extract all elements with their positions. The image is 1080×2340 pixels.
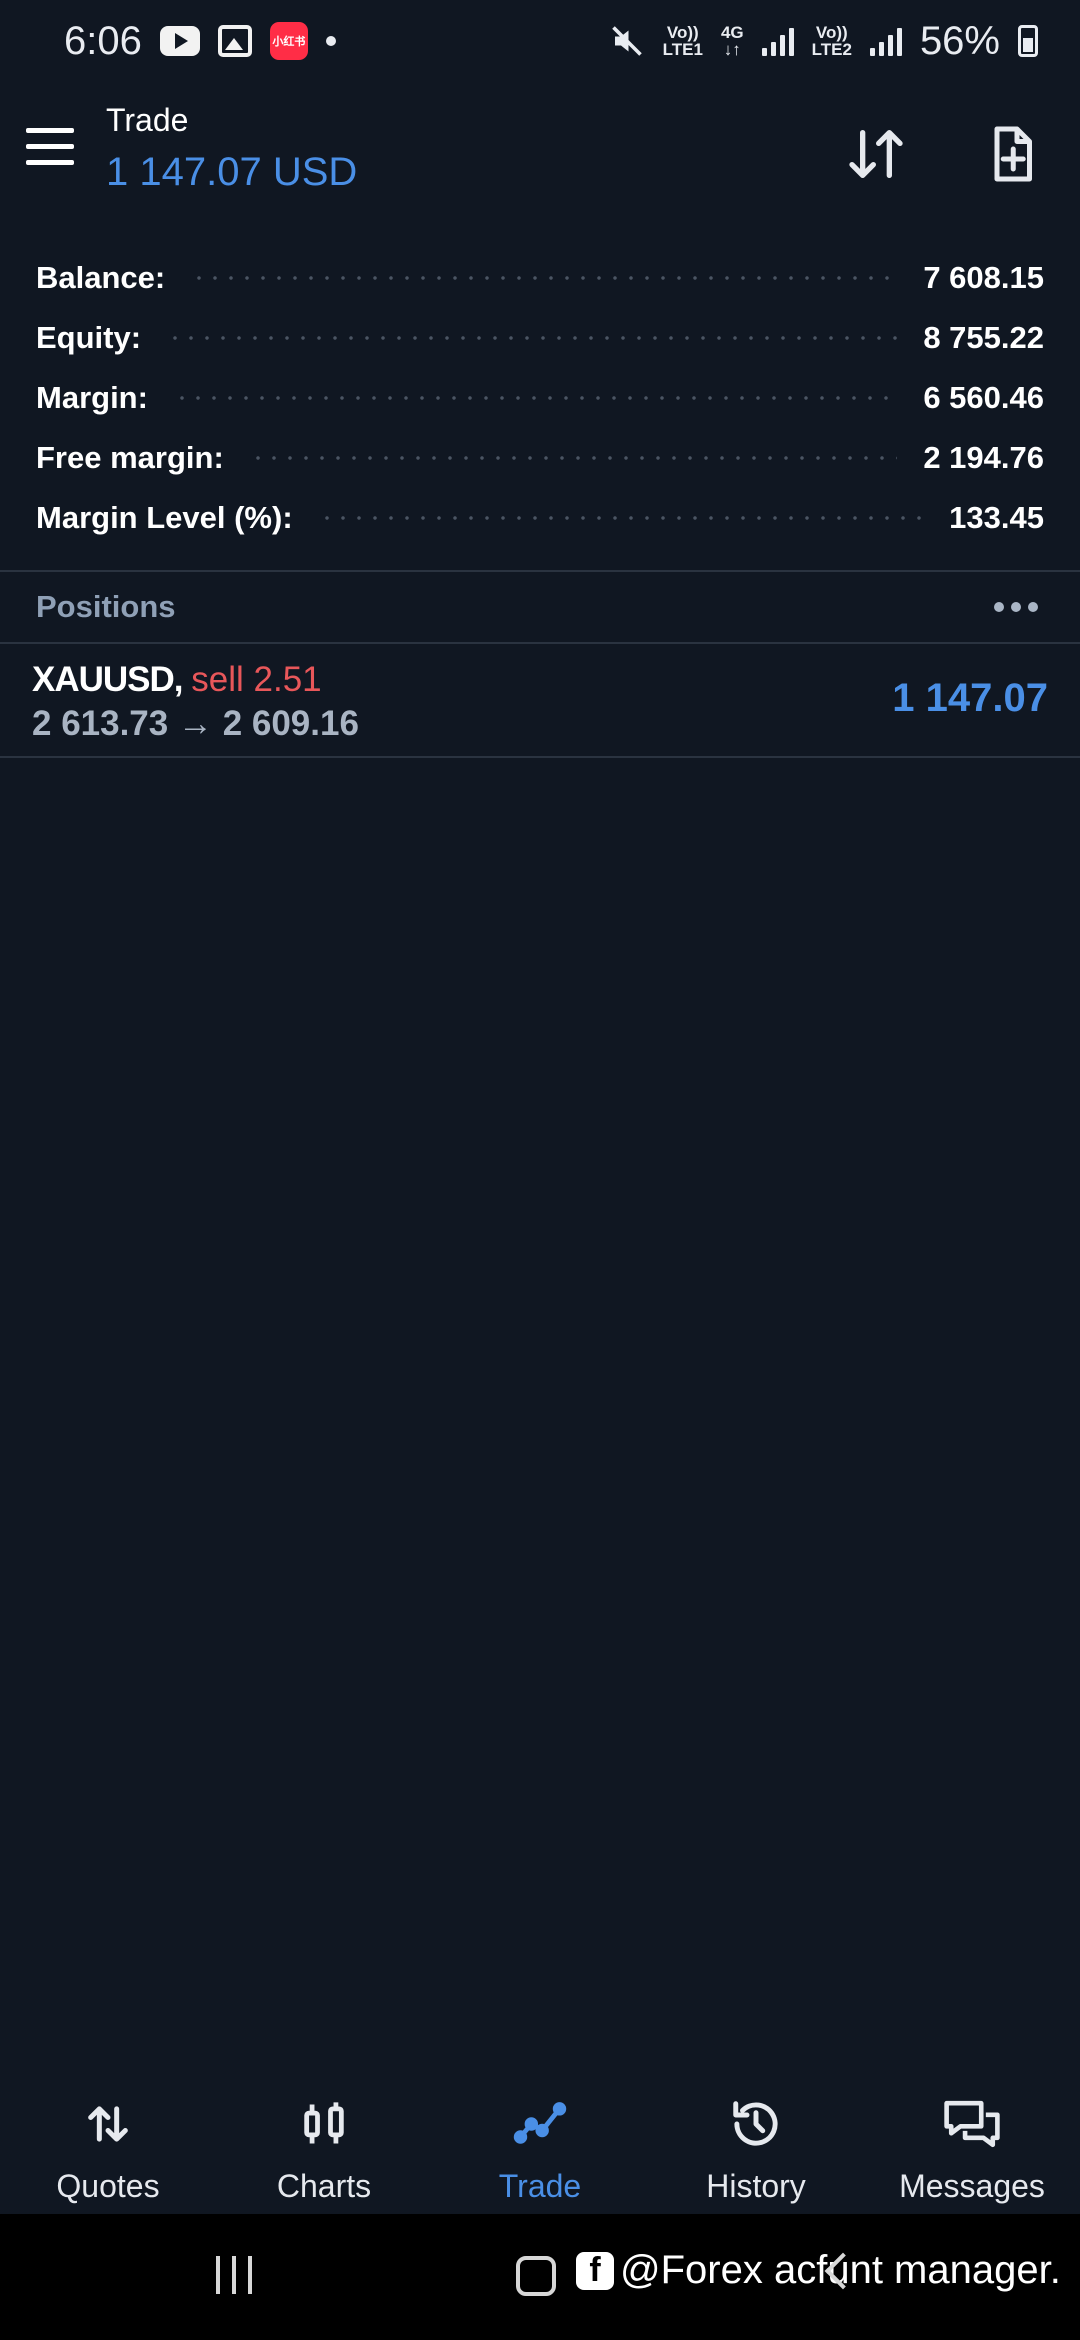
margin-level-label: Margin Level (%): [36, 500, 293, 535]
section-divider [0, 642, 1080, 644]
summary-row-equity: Equity: 8 755.22 [36, 308, 1044, 368]
status-time: 6:06 [64, 18, 142, 63]
free-margin-label: Free margin: [36, 440, 224, 475]
app-icon: 小红书 [269, 22, 308, 60]
home-button[interactable] [516, 2256, 556, 2296]
summary-row-margin-level: Margin Level (%): 133.45 [36, 488, 1044, 548]
recents-button[interactable] [216, 2256, 252, 2294]
hamburger-icon [26, 128, 74, 133]
status-right: Vo)) LTE1 4G ↓↑ Vo)) LTE2 56% [609, 19, 1038, 64]
nav-history[interactable]: History [648, 2070, 864, 2212]
sim2-network: Vo)) LTE2 [811, 23, 852, 59]
positions-more-button[interactable] [988, 592, 1044, 622]
arrows-updown-icon [78, 2094, 138, 2154]
signal-icon [869, 26, 902, 56]
position-side: sell 2.51 [191, 660, 322, 699]
equity-value: 8 755.22 [923, 320, 1044, 355]
dotted-leader [173, 396, 898, 400]
watermark: f @Forex acfunt manager. [576, 2248, 1061, 2293]
trend-line-icon [510, 2094, 570, 2154]
margin-value: 6 560.46 [923, 380, 1044, 415]
nav-charts-label: Charts [276, 2168, 372, 2204]
position-prices: 2 613.73 → 2 609.16 [32, 704, 359, 743]
youtube-icon [159, 26, 200, 56]
status-bar: 6:06 小红书 Vo)) LTE1 4G ↓↑ Vo)) LTE2 56% [0, 0, 1080, 82]
new-document-icon [994, 126, 1032, 182]
balance-value: 7 608.15 [923, 260, 1044, 295]
app-header: Trade 1 147.07 USD [0, 90, 1080, 210]
nav-quotes[interactable]: Quotes [0, 2070, 216, 2212]
new-order-button[interactable] [976, 118, 1048, 190]
nav-messages[interactable]: Messages [864, 2070, 1080, 2212]
system-nav-bar: f @Forex acfunt manager. [0, 2214, 1080, 2340]
notification-dot-icon [325, 36, 336, 46]
page-title: Trade [106, 102, 189, 138]
history-icon [726, 2094, 786, 2154]
bottom-nav: Quotes Charts Trade History Messages [0, 2070, 1080, 2212]
positions-title: Positions [36, 589, 176, 624]
equity-label: Equity: [36, 320, 142, 355]
summary-row-margin: Margin: 6 560.46 [36, 368, 1044, 428]
more-dots-icon [994, 602, 1004, 612]
dotted-leader [167, 336, 898, 340]
free-margin-value: 2 194.76 [923, 440, 1044, 475]
battery-icon [1018, 25, 1038, 57]
menu-button[interactable] [26, 128, 76, 170]
position-profit: 1 147.07 [892, 676, 1048, 720]
position-symbol-line: XAUUSD, sell 2.51 [32, 660, 322, 700]
account-summary: Balance: 7 608.15 Equity: 8 755.22 Margi… [36, 248, 1044, 548]
total-profit: 1 147.07 USD [106, 150, 358, 194]
messages-icon [942, 2094, 1002, 2154]
dotted-leader [249, 456, 898, 460]
signal-icon [761, 26, 794, 56]
mute-icon [611, 26, 642, 56]
sim1-network: Vo)) LTE1 [662, 23, 703, 59]
recents-icon [216, 2256, 220, 2294]
status-left: 6:06 小红书 [64, 19, 336, 64]
position-symbol: XAUUSD, [32, 660, 184, 699]
nav-charts[interactable]: Charts [216, 2070, 432, 2212]
sort-arrows-icon [849, 130, 903, 178]
sort-button[interactable] [840, 118, 912, 190]
summary-row-balance: Balance: 7 608.15 [36, 248, 1044, 308]
network-type: 4G ↓↑ [720, 23, 744, 59]
battery-percent: 56% [919, 18, 1000, 63]
nav-messages-label: Messages [899, 2168, 1045, 2204]
dotted-leader [191, 276, 898, 280]
dotted-leader [318, 516, 924, 520]
balance-label: Balance: [36, 260, 166, 295]
nav-quotes-label: Quotes [56, 2168, 160, 2204]
positions-header: Positions [0, 572, 1080, 642]
position-row-xauusd[interactable]: XAUUSD, sell 2.51 2 613.73 → 2 609.16 1 … [0, 646, 1080, 756]
nav-history-label: History [706, 2168, 806, 2204]
margin-level-value: 133.45 [949, 500, 1044, 535]
gallery-icon [217, 25, 252, 57]
section-divider [0, 756, 1080, 758]
summary-row-free-margin: Free margin: 2 194.76 [36, 428, 1044, 488]
margin-label: Margin: [36, 380, 148, 415]
nav-trade-label: Trade [498, 2168, 582, 2204]
candlestick-icon [294, 2094, 354, 2154]
nav-trade[interactable]: Trade [432, 2070, 648, 2212]
trade-screen: 6:06 小红书 Vo)) LTE1 4G ↓↑ Vo)) LTE2 56% T… [0, 0, 1080, 2340]
facebook-logo-icon: f [576, 2251, 614, 2290]
